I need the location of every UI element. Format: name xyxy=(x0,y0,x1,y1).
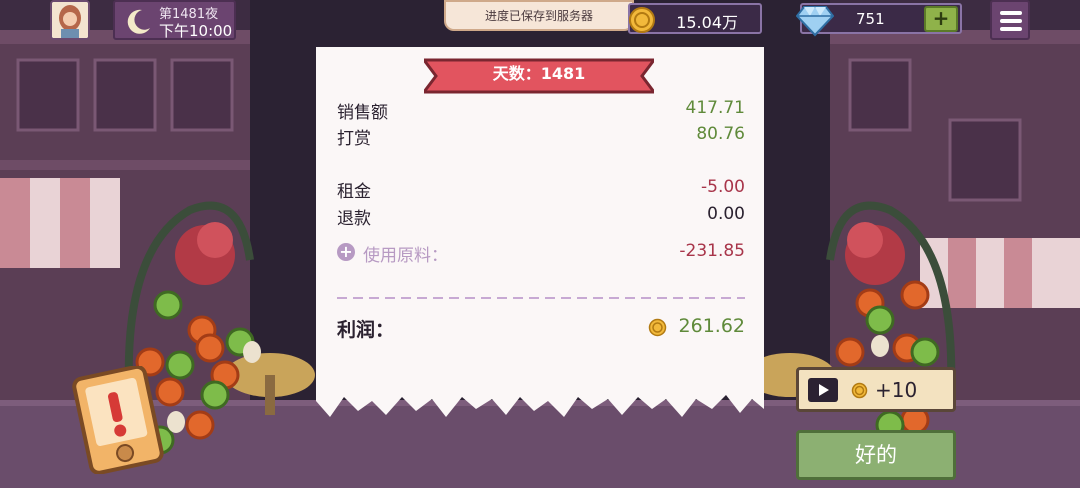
moon-icon xyxy=(127,9,150,34)
gem-balance: 751 + xyxy=(796,3,962,37)
daily-receipt: 天数：1481 销售额 417.71 打赏 80.76 租金 -5.00 退款 … xyxy=(316,47,764,435)
menu-icon xyxy=(1000,11,1022,15)
night-clock-panel: 第1481夜 下午10:00 xyxy=(113,0,236,40)
ok-button[interactable]: 好的 xyxy=(796,430,956,480)
tips-label: 打赏 xyxy=(337,129,371,149)
ingredients-row[interactable]: + 使用原料： -231.85 xyxy=(337,241,745,267)
refund-row: 退款 0.00 xyxy=(337,204,745,230)
player-avatar[interactable] xyxy=(50,0,90,40)
game-clock: 下午10:00 xyxy=(159,22,233,40)
coin-icon xyxy=(648,318,667,337)
coin-icon xyxy=(629,7,655,33)
coin-balance: 15.04万 xyxy=(628,3,762,34)
refund-label: 退款 xyxy=(337,209,371,229)
profit-row: 利润： 261.62 xyxy=(337,315,745,341)
awning-left xyxy=(0,178,120,268)
play-icon xyxy=(808,378,838,402)
tips-row: 打赏 80.76 xyxy=(337,124,745,150)
receipt-divider xyxy=(337,297,745,299)
gem-amount: 751 xyxy=(856,10,885,28)
sales-value: 417.71 xyxy=(685,98,745,118)
ad-reward-amount: +10 xyxy=(875,378,918,402)
menu-icon-bar xyxy=(1000,27,1022,31)
ingredients-label: 使用原料： xyxy=(363,246,448,266)
menu-icon-bar xyxy=(1000,19,1022,23)
save-toast: 进度已保存到服务器 xyxy=(444,0,634,31)
alert-icon[interactable] xyxy=(68,366,166,474)
avatar xyxy=(52,2,88,38)
refund-value: 0.00 xyxy=(707,204,745,224)
plus-circle-icon[interactable]: + xyxy=(337,243,355,261)
diamond-icon xyxy=(796,6,834,37)
rent-label: 租金 xyxy=(337,182,371,202)
add-gems-button[interactable]: + xyxy=(924,6,958,32)
profit-label: 利润： xyxy=(337,319,395,341)
menu-button[interactable] xyxy=(990,0,1030,40)
sales-label: 销售额 xyxy=(337,103,388,123)
profit-value: 261.62 xyxy=(678,315,745,337)
day-banner-text: 天数：1481 xyxy=(492,64,586,83)
ingredients-value: -231.85 xyxy=(679,241,745,261)
rent-row: 租金 -5.00 xyxy=(337,177,745,203)
watch-ad-reward-button[interactable]: +10 xyxy=(796,367,956,412)
rent-value: -5.00 xyxy=(701,177,745,197)
coin-amount: 15.04万 xyxy=(676,13,738,32)
tips-value: 80.76 xyxy=(696,124,745,144)
coin-icon xyxy=(851,382,868,399)
sales-row: 销售额 417.71 xyxy=(337,98,745,124)
